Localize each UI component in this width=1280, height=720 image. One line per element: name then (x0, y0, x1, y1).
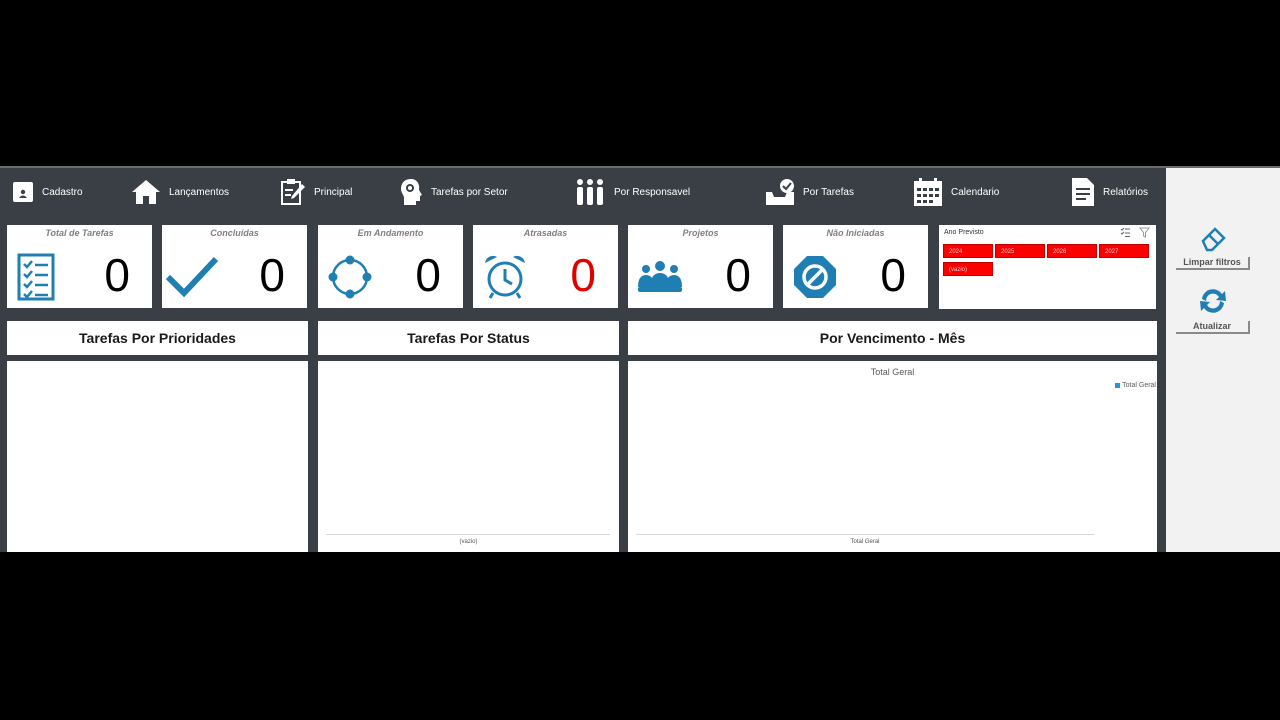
side-panel: Limpar filtros Atualizar (1166, 168, 1280, 552)
refresh-label: Atualizar (1176, 321, 1250, 334)
refresh-button[interactable]: Atualizar (1176, 286, 1250, 334)
kpi-card-projetos: Projetos 0 (628, 225, 773, 308)
edit-document-icon (281, 179, 305, 205)
people-group-icon (577, 179, 603, 205)
multi-select-icon[interactable] (1120, 227, 1131, 238)
dashboard-main: Cadastro Lançamentos Principal Tarefas p… (0, 168, 1166, 552)
nav-label: Lançamentos (169, 186, 230, 198)
clear-filters-label: Limpar filtros (1176, 257, 1250, 270)
nav-por-tarefas[interactable]: Por Tarefas (765, 176, 854, 208)
nav-label: Relatórios (1103, 186, 1149, 198)
chart-prioridades[interactable] (7, 361, 308, 552)
x-axis (636, 534, 1094, 535)
nav-bar: Cadastro Lançamentos Principal Tarefas p… (0, 168, 1166, 216)
dashboard: Cadastro Lançamentos Principal Tarefas p… (0, 168, 1280, 552)
block-icon (794, 256, 836, 298)
checklist-icon (17, 253, 55, 301)
card-value: 0 (570, 249, 596, 301)
section-title-prioridades: Tarefas Por Prioridades (7, 321, 308, 355)
nav-label: Por Responsavel (614, 186, 691, 198)
card-title: Total de Tarefas (45, 228, 114, 238)
clear-filters-button[interactable]: Limpar filtros (1176, 224, 1250, 270)
card-title: Em Andamento (357, 228, 424, 238)
chart-vencimento[interactable]: Total Geral Total Geral Total Geral (628, 361, 1157, 552)
chart-status[interactable]: (vazio) (318, 361, 619, 552)
section-title-status: Tarefas Por Status (318, 321, 619, 355)
kpi-card-atrasadas: Atrasadas 0 (473, 225, 618, 308)
slicer-title: Ano Previsto (944, 229, 984, 236)
slicer-ano-previsto: Ano Previsto 2024 2025 2026 2027 (vazio) (939, 225, 1156, 309)
nav-principal[interactable]: Principal (280, 176, 352, 208)
slicer-item[interactable]: 2026 (1047, 244, 1097, 258)
x-axis (326, 534, 610, 535)
x-axis-label: (vazio) (459, 539, 478, 545)
slicer-item[interactable]: (vazio) (943, 262, 993, 276)
nav-tarefas-por-setor[interactable]: Tarefas por Setor (399, 176, 508, 208)
nav-por-responsavel[interactable]: Por Responsavel (574, 176, 690, 208)
card-title: Projetos (682, 228, 719, 238)
section-title-vencimento: Por Vencimento - Mês (628, 321, 1157, 355)
nav-lancamentos[interactable]: Lançamentos (131, 176, 229, 208)
nav-calendario[interactable]: Calendario (913, 176, 999, 208)
report-document-icon (1072, 178, 1094, 206)
nav-label: Calendario (951, 186, 1000, 198)
card-title: Atrasadas (523, 228, 568, 238)
card-title: Não Iniciadas (826, 228, 885, 238)
nav-label: Tarefas por Setor (431, 186, 508, 198)
idea-head-icon (401, 179, 422, 205)
x-axis-label: Total Geral (850, 539, 880, 545)
nav-label: Por Tarefas (803, 186, 854, 198)
checkmark-icon (165, 256, 219, 298)
alarm-clock-icon (485, 255, 525, 299)
user-badge-icon (13, 182, 33, 202)
kpi-card-concluidas: Concluídas 0 (162, 225, 307, 308)
eraser-icon (1201, 227, 1226, 252)
slicer-item[interactable]: 2025 (995, 244, 1045, 258)
calendar-icon (914, 178, 942, 206)
card-value: 0 (880, 249, 906, 301)
kpi-card-nao-iniciadas: Não Iniciadas 0 (783, 225, 928, 308)
nav-label: Cadastro (42, 186, 83, 198)
chart-legend: Total Geral (1115, 382, 1156, 389)
legend-swatch (1115, 383, 1121, 388)
card-value: 0 (415, 249, 441, 301)
nav-cadastro[interactable]: Cadastro (12, 176, 83, 208)
clear-filter-icon[interactable] (1139, 227, 1150, 238)
kpi-card-em-andamento: Em Andamento 0 (318, 225, 463, 308)
home-icon (132, 180, 160, 204)
card-value: 0 (259, 249, 285, 301)
legend-label: Total Geral (1122, 382, 1156, 389)
slicer-tools (1120, 227, 1150, 238)
slicer-item[interactable]: 2027 (1099, 244, 1149, 258)
refresh-icon (1200, 289, 1226, 313)
card-value: 0 (725, 249, 751, 301)
nav-label: Principal (314, 186, 353, 198)
slicer-item[interactable]: 2024 (943, 244, 993, 258)
nav-relatorios[interactable]: Relatórios (1071, 176, 1148, 208)
kpi-card-total: Total de Tarefas 0 (7, 225, 152, 308)
card-value: 0 (104, 249, 130, 301)
team-icon (638, 261, 682, 292)
card-title: Concluídas (210, 228, 259, 238)
chart-title: Total Geral (870, 367, 915, 377)
inbox-check-icon (766, 179, 794, 205)
progress-circle-icon (328, 255, 372, 299)
